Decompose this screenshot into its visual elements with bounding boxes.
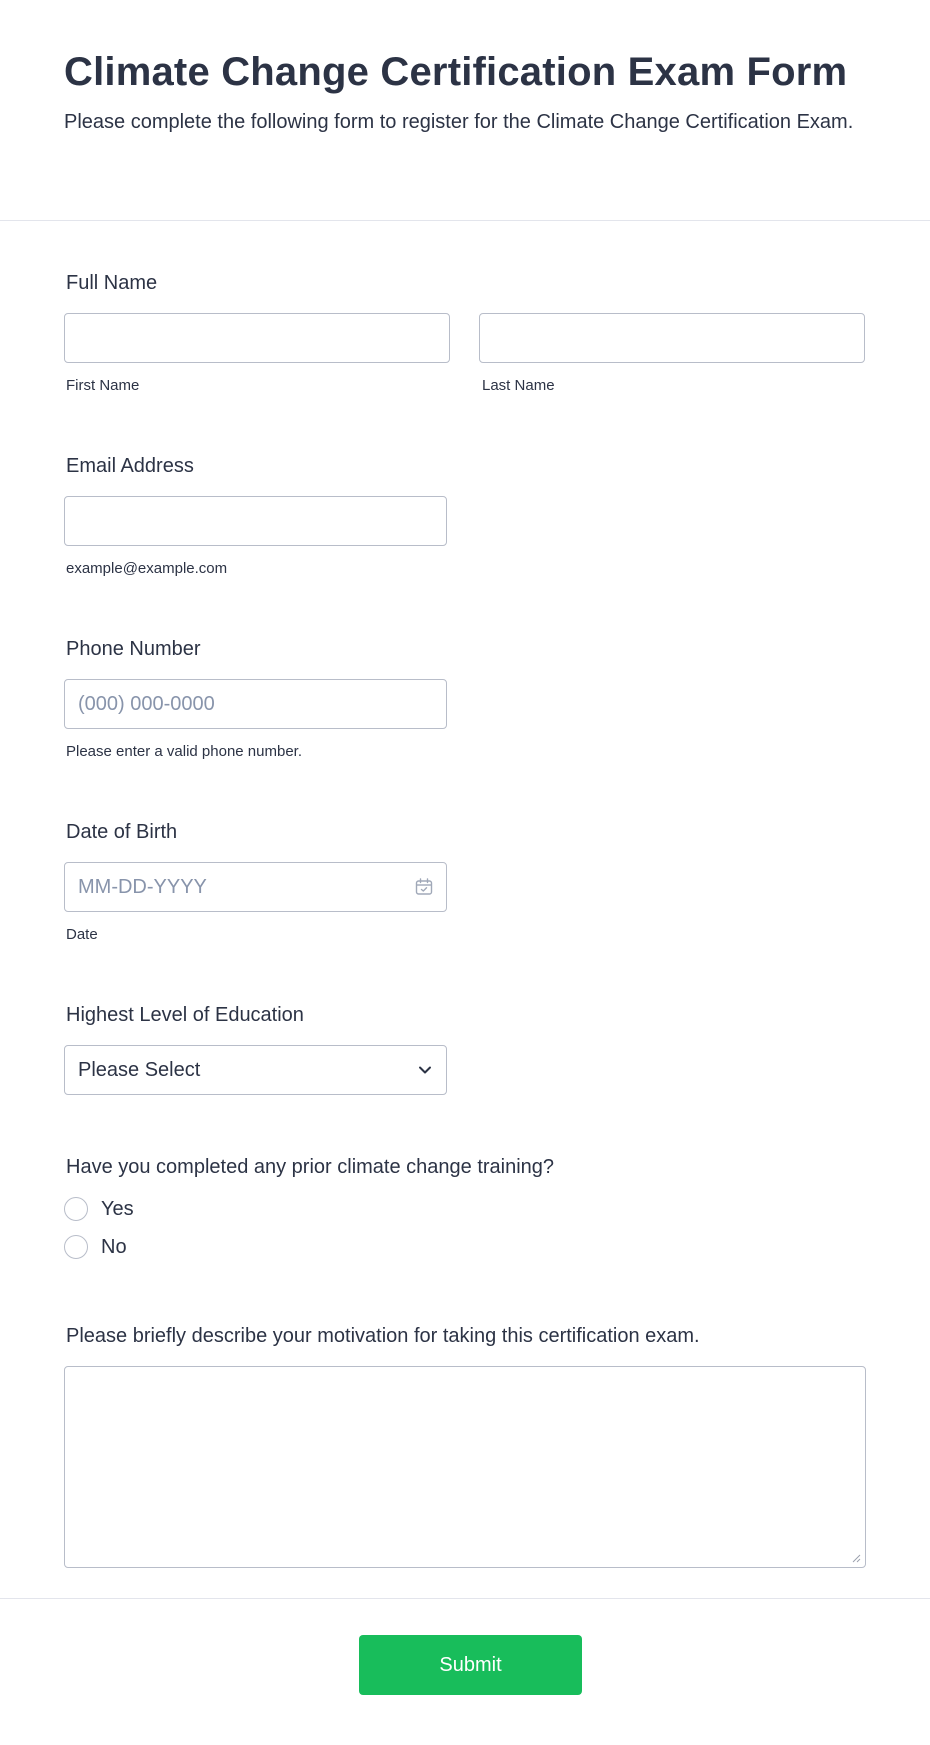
chevron-down-icon	[419, 1066, 431, 1074]
motivation-textarea[interactable]	[64, 1366, 866, 1568]
form-title: Climate Change Certification Exam Form	[64, 50, 848, 94]
radio-yes[interactable]	[64, 1197, 88, 1221]
last-name-sublabel: Last Name	[482, 377, 555, 394]
first-name-input[interactable]	[64, 313, 450, 363]
footer-divider	[0, 1598, 930, 1599]
dob-label: Date of Birth	[66, 821, 178, 843]
prior-training-question: Have you completed any prior climate cha…	[66, 1156, 555, 1178]
form-header: Climate Change Certification Exam Form P…	[0, 0, 930, 221]
form-card: Climate Change Certification Exam Form P…	[0, 0, 930, 1745]
education-selected: Please Select	[78, 1059, 201, 1081]
radio-yes-label[interactable]: Yes	[101, 1198, 134, 1221]
education-label: Highest Level of Education	[66, 1004, 304, 1026]
dob-sublabel: Date	[66, 926, 98, 943]
form-subtitle: Please complete the following form to re…	[64, 111, 854, 133]
phone-sublabel: Please enter a valid phone number.	[66, 743, 302, 760]
phone-input[interactable]: (000) 000-0000	[64, 679, 447, 729]
resize-handle-icon[interactable]	[851, 1553, 861, 1563]
email-input[interactable]	[64, 496, 447, 546]
motivation-label: Please briefly describe your motivation …	[66, 1325, 700, 1347]
last-name-input[interactable]	[479, 313, 865, 363]
first-name-sublabel: First Name	[66, 377, 140, 394]
education-select[interactable]: Please Select	[64, 1045, 447, 1095]
calendar-icon[interactable]	[415, 878, 433, 896]
email-label: Email Address	[66, 455, 194, 477]
radio-no-label[interactable]: No	[101, 1236, 127, 1259]
submit-button[interactable]: Submit	[359, 1635, 582, 1695]
phone-label: Phone Number	[66, 638, 201, 660]
email-sublabel: example@example.com	[66, 560, 228, 577]
dob-input[interactable]: MM-DD-YYYY	[64, 862, 447, 912]
radio-no[interactable]	[64, 1235, 88, 1259]
phone-placeholder: (000) 000-0000	[78, 693, 215, 715]
dob-placeholder: MM-DD-YYYY	[78, 876, 207, 898]
full-name-label: Full Name	[66, 272, 158, 294]
